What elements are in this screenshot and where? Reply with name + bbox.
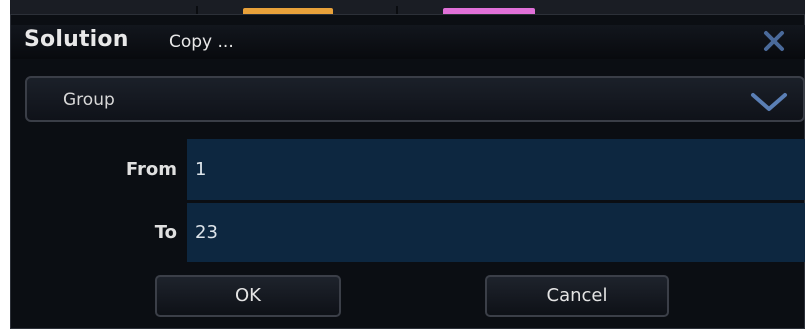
from-field[interactable] [187,139,805,200]
dialog-titlebar: Solution Copy ... [11,25,805,59]
from-label: From [125,159,177,180]
solution-logo: Solution [24,27,129,52]
close-icon [764,31,784,51]
cancel-button[interactable]: Cancel [485,275,669,317]
to-field[interactable] [187,203,805,262]
chevron-down-icon [751,93,787,111]
divider [396,6,398,14]
background-tab-strip [10,0,805,14]
divider [196,6,198,14]
group-dropdown-value: Group [63,90,115,110]
to-label: To [154,222,177,243]
app-frame: Solution Copy ... Group From To OK Cance… [10,0,805,329]
close-button[interactable] [757,27,789,55]
group-dropdown[interactable]: Group [25,76,805,122]
ok-button[interactable]: OK [155,275,341,317]
dialog-title: Copy ... [169,32,234,52]
copy-dialog: Solution Copy ... Group From To OK Cance… [10,14,805,329]
